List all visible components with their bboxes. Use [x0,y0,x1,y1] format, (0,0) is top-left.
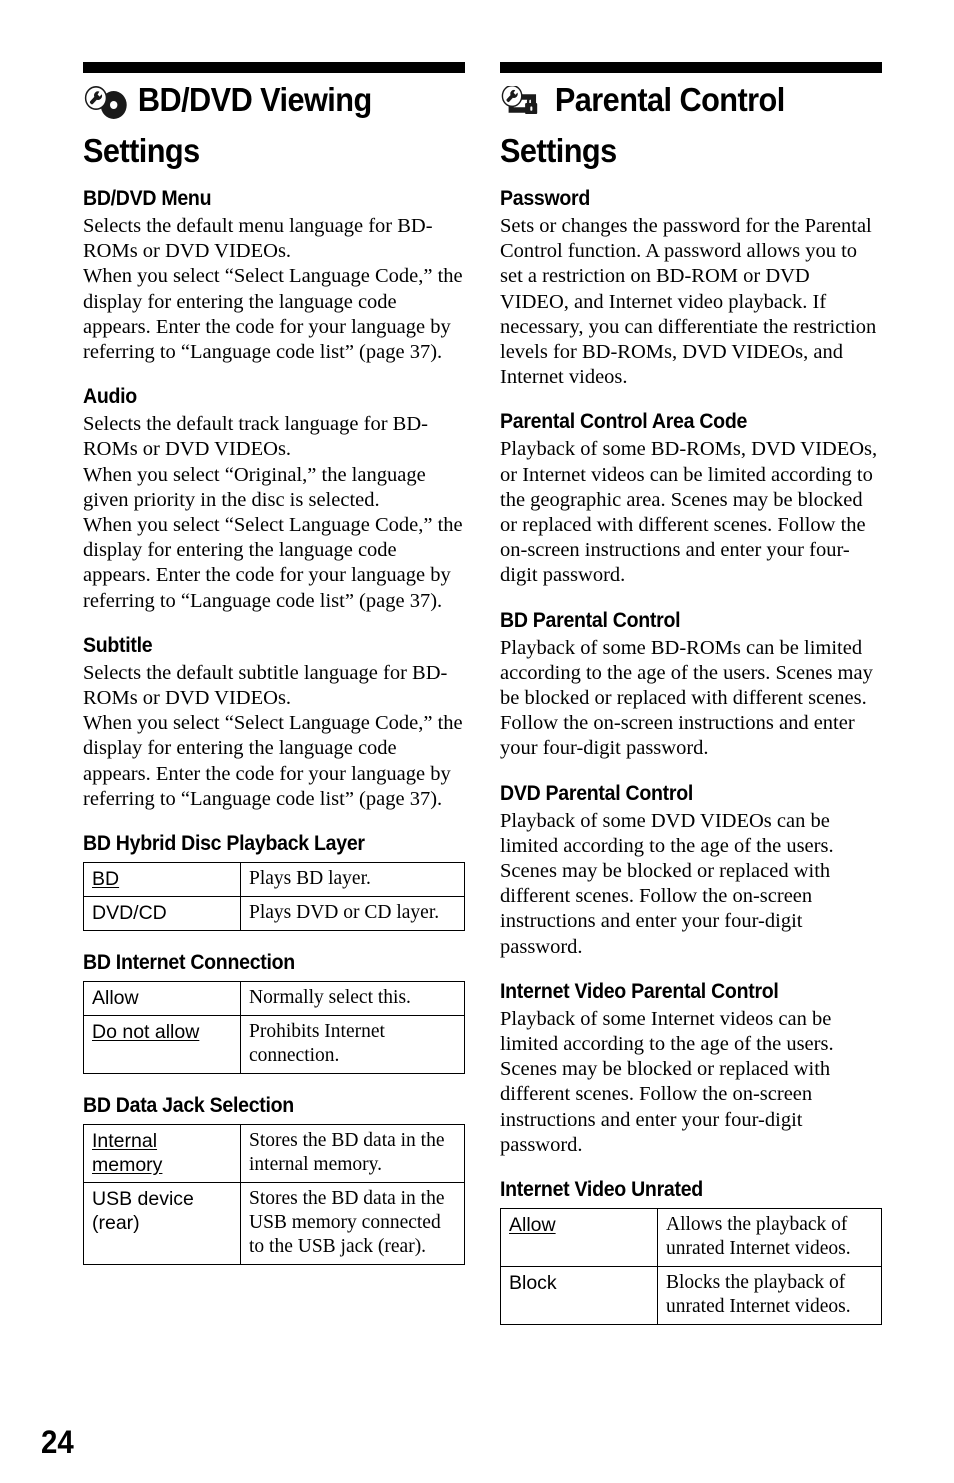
sub-heading-bd-data-jack-selection: BD Data Jack Selection [83,1094,294,1118]
table-cell-description: Stores the BD data in the internal memor… [240,1124,465,1184]
body-bd-parental-control: Playback of some BD-ROMs can be limited … [500,636,873,760]
left-table-block-2: BD Data Jack Selection Internal memory S… [83,1093,465,1266]
table-row: Do not allow Prohibits Internet connecti… [83,1015,465,1075]
table-cell-description: Allows the playback of unrated Internet … [657,1208,882,1268]
table-cell-option: BD [83,862,241,898]
right-column: Parental Control Settings Password Sets … [500,62,884,1326]
sub-heading-parental-control-area-code: Parental Control Area Code [500,410,748,434]
body-dvd-parental-control: Playback of some DVD VIDEOs can be limit… [500,809,834,958]
table-row: DVD/CD Plays DVD or CD layer. [83,896,465,932]
section-rule-left [83,62,465,73]
right-table-block-0: Internet Video Unrated Allow Allows the … [500,1177,882,1326]
table-cell-option: Internal memory [83,1124,241,1184]
table-row: Allow Allows the playback of unrated Int… [500,1208,882,1268]
left-section-0: BD/DVD Menu Selects the default menu lan… [83,186,465,365]
option-value: BD [92,868,120,891]
table-row: Internal memory Stores the BD data in th… [83,1124,465,1184]
sub-heading-internet-video-parental-control: Internet Video Parental Control [500,979,779,1003]
table-bd-internet-connection: Allow Normally select this. Do not allow… [83,981,465,1075]
option-value: Do not allow [92,1021,200,1044]
table-row: USB device (rear) Stores the BD data in … [83,1182,465,1266]
sub-heading-subtitle: Subtitle [83,633,153,657]
page-number: 24 [41,1424,74,1460]
left-section-title: BD/DVD Viewing Settings [83,79,467,172]
wrench-disc-icon [83,86,131,130]
right-section-0: Password Sets or changes the password fo… [500,186,882,390]
right-section-3: DVD Parental Control Playback of some DV… [500,781,882,960]
table-cell-description: Plays DVD or CD layer. [240,896,465,932]
table-cell-option: USB device (rear) [83,1182,241,1266]
table-cell-description: Blocks the playback of unrated Internet … [657,1266,882,1326]
table-cell-option: Block [500,1266,658,1326]
table-bd-hybrid-disc-playback-layer: BD Plays BD layer. DVD/CD Plays DVD or C… [83,862,465,932]
sub-heading-bd-internet-connection: BD Internet Connection [83,951,295,975]
sub-heading-internet-video-unrated: Internet Video Unrated [500,1178,703,1202]
table-row: Allow Normally select this. [83,981,465,1017]
left-column: BD/DVD Viewing Settings BD/DVD Menu Sele… [83,62,467,1266]
right-section-4: Internet Video Parental Control Playback… [500,979,882,1158]
right-section-title: Parental Control Settings [500,79,884,172]
table-bd-data-jack-selection: Internal memory Stores the BD data in th… [83,1124,465,1266]
table-row: BD Plays BD layer. [83,862,465,898]
manual-page: BD/DVD Viewing Settings BD/DVD Menu Sele… [0,0,954,1483]
table-cell-description: Plays BD layer. [240,862,465,898]
left-table-block-0: BD Hybrid Disc Playback Layer BD Plays B… [83,831,465,932]
table-cell-description: Normally select this. [240,981,465,1017]
table-cell-description: Stores the BD data in the USB memory con… [240,1182,465,1266]
right-section-2: BD Parental Control Playback of some BD-… [500,608,882,762]
body-bd-dvd-menu: Selects the default menu language for BD… [83,215,463,364]
body-subtitle: Selects the default subtitle language fo… [83,661,463,810]
sub-heading-password: Password [500,187,591,210]
right-section-1: Parental Control Area Code Playback of s… [500,409,882,588]
section-rule-right [500,62,882,73]
sub-heading-dvd-parental-control: DVD Parental Control [500,781,694,805]
table-cell-description: Prohibits Internet connection. [240,1015,465,1075]
left-table-block-1: BD Internet Connection Allow Normally se… [83,950,465,1075]
left-section-1: Audio Selects the default track language… [83,384,465,614]
sub-heading-bd-parental-control: BD Parental Control [500,608,681,632]
sub-heading-audio: Audio [83,385,137,409]
table-internet-video-unrated: Allow Allows the playback of unrated Int… [500,1208,882,1326]
wrench-screen-lock-icon [500,84,548,130]
option-value: Allow [509,1214,556,1237]
table-cell-option: Do not allow [83,1015,241,1075]
body-audio: Selects the default track language for B… [83,413,463,612]
table-cell-option: Allow [500,1208,658,1268]
body-internet-video-parental-control: Playback of some Internet videos can be … [500,1007,834,1156]
option-value: Internal memory [92,1130,163,1177]
table-row: Block Blocks the playback of unrated Int… [500,1266,882,1326]
body-password: Sets or changes the password for the Par… [500,215,877,389]
table-cell-option: DVD/CD [83,896,241,932]
left-section-2: Subtitle Selects the default subtitle la… [83,633,465,812]
sub-heading-bd-dvd-menu: BD/DVD Menu [83,187,212,210]
table-cell-option: Allow [83,981,241,1017]
sub-heading-bd-hybrid-disc-playback-layer: BD Hybrid Disc Playback Layer [83,832,365,856]
body-parental-control-area-code: Playback of some BD-ROMs, DVD VIDEOs, or… [500,438,878,587]
